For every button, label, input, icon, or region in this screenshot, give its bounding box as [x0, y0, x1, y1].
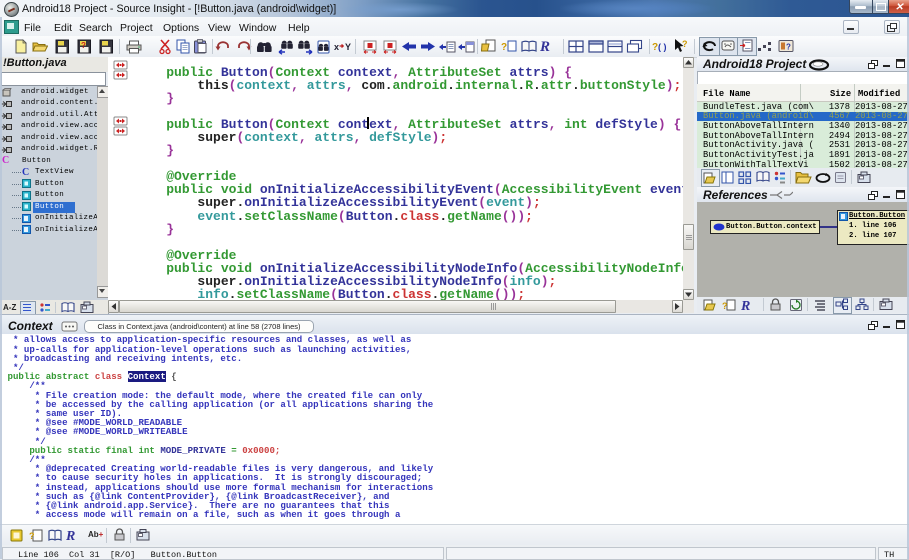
- svg-text:x: x: [334, 42, 339, 52]
- svg-text:R: R: [66, 529, 75, 543]
- svg-text:?: ?: [81, 41, 86, 50]
- svg-text:?: ?: [722, 301, 728, 311]
- svg-text:?: ?: [501, 42, 507, 53]
- svg-text:?: ?: [29, 531, 35, 541]
- svg-text:Y: Y: [345, 42, 351, 52]
- svg-text:( ): ( ): [658, 42, 667, 52]
- svg-text:?: ?: [682, 39, 688, 49]
- svg-text:R: R: [741, 299, 750, 313]
- svg-text:?: ?: [786, 43, 791, 52]
- svg-text:R: R: [540, 39, 550, 55]
